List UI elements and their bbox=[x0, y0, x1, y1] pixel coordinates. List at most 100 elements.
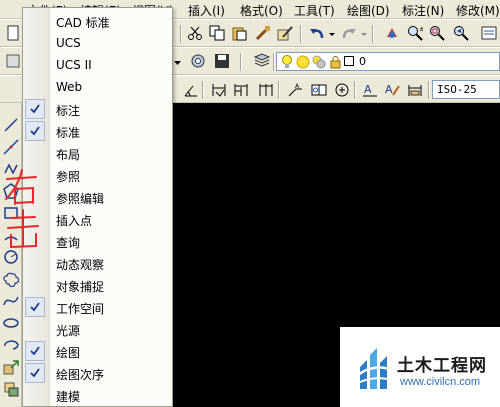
ellipse-icon[interactable] bbox=[3, 315, 19, 331]
menu-item-label: 光源 bbox=[56, 324, 81, 338]
viewport-freeze-icon bbox=[312, 55, 326, 72]
checkmark-icon bbox=[25, 99, 45, 119]
layer-manager-icon[interactable] bbox=[253, 52, 271, 70]
menu-item[interactable]: 参照 bbox=[23, 164, 173, 186]
menu-tools[interactable]: 工具(T) bbox=[294, 2, 335, 19]
dim-edit-icon[interactable]: A bbox=[361, 81, 379, 99]
svg-text:A: A bbox=[385, 83, 393, 96]
copy-icon[interactable] bbox=[208, 24, 226, 42]
zoom-window-icon[interactable] bbox=[428, 24, 446, 42]
menu-item[interactable]: 动态观察 bbox=[23, 252, 173, 274]
menu-item[interactable]: 标注 bbox=[23, 98, 173, 120]
menu-insert[interactable]: 插入(I) bbox=[188, 2, 225, 19]
menu-item[interactable]: 光源 bbox=[23, 318, 173, 340]
svg-text:±: ± bbox=[419, 25, 423, 33]
checkmark-icon bbox=[25, 341, 45, 361]
undo-icon[interactable] bbox=[308, 24, 326, 42]
menu-item-label: 标准 bbox=[56, 126, 81, 140]
sun-icon bbox=[296, 55, 310, 72]
dim-quick-icon[interactable] bbox=[210, 81, 228, 99]
menu-item[interactable]: 绘图 bbox=[23, 340, 173, 362]
menu-item-label: 工作空间 bbox=[56, 302, 105, 316]
zoom-previous-icon[interactable] bbox=[452, 24, 470, 42]
pan-icon[interactable] bbox=[383, 24, 401, 42]
checkmark-icon bbox=[25, 121, 45, 141]
match-properties-icon[interactable] bbox=[254, 24, 272, 42]
menu-item-label: 绘图次序 bbox=[56, 368, 105, 382]
construction-line-icon[interactable] bbox=[3, 139, 19, 155]
menu-dimension[interactable]: 标注(N) bbox=[402, 2, 444, 19]
workspace-dropdown-icon[interactable] bbox=[174, 53, 182, 71]
layer-color-swatch bbox=[344, 56, 354, 66]
menu-draw[interactable]: 绘图(D) bbox=[347, 2, 390, 19]
dimstyle-combo[interactable]: ISO-25 bbox=[432, 80, 500, 99]
menu-item[interactable]: 插入点 bbox=[23, 208, 173, 230]
menu-item[interactable]: 标准 bbox=[23, 120, 173, 142]
menu-format[interactable]: 格式(O) bbox=[240, 2, 283, 19]
block-editor-icon[interactable] bbox=[276, 24, 294, 42]
dim-baseline-icon[interactable] bbox=[232, 81, 250, 99]
center-mark-icon[interactable] bbox=[333, 81, 351, 99]
logo-icon bbox=[356, 345, 396, 398]
menu-item-label: 动态观察 bbox=[56, 258, 105, 272]
menu-item[interactable]: 建模 bbox=[23, 384, 173, 406]
menu-item[interactable]: 对象捕捉 bbox=[23, 274, 173, 296]
menu-item[interactable]: CAD 标准 bbox=[23, 10, 173, 32]
dim-update-icon[interactable] bbox=[406, 81, 424, 99]
properties-icon[interactable] bbox=[480, 24, 498, 42]
menu-item[interactable]: 查询 bbox=[23, 230, 173, 252]
menu-item[interactable]: UCS II bbox=[23, 54, 173, 76]
menu-item-label: 绘图 bbox=[56, 346, 81, 360]
checkmark-icon bbox=[25, 363, 45, 383]
ellipse-arc-icon[interactable] bbox=[3, 337, 19, 353]
menu-item[interactable]: UCS bbox=[23, 32, 173, 54]
svg-text:A: A bbox=[364, 83, 372, 96]
toolbar-context-menu: CAD 标准 UCS UCS II Web 标注标准布局参照参照编辑插入点查询动态观察对… bbox=[22, 7, 173, 407]
site-watermark: 土木工程网 www.civilcn.com bbox=[340, 327, 500, 407]
menu-item-label: 建模 bbox=[56, 390, 81, 404]
menu-item[interactable]: 工作空间 bbox=[23, 296, 173, 318]
menu-item-label: 参照 bbox=[56, 170, 81, 184]
menu-item-label: 布局 bbox=[56, 148, 81, 162]
menu-item[interactable]: 绘图次序 bbox=[23, 362, 173, 384]
redo-icon[interactable] bbox=[340, 24, 358, 42]
dim-angular-icon[interactable] bbox=[182, 81, 200, 99]
dimstyle-value: ISO-25 bbox=[437, 83, 477, 96]
dim-continue-icon[interactable] bbox=[257, 81, 275, 99]
menu-item-label: 参照编辑 bbox=[56, 192, 105, 206]
insert-block-icon[interactable] bbox=[3, 359, 19, 375]
new-file-icon[interactable] bbox=[4, 24, 22, 42]
undo-dropdown-icon[interactable] bbox=[328, 25, 336, 43]
revision-cloud-icon[interactable] bbox=[3, 271, 19, 287]
menu-item-label: UCS bbox=[56, 36, 81, 50]
line-icon[interactable] bbox=[3, 117, 19, 133]
menu-item-label: 对象捕捉 bbox=[56, 280, 105, 294]
tolerance-icon[interactable] bbox=[310, 81, 328, 99]
paste-icon[interactable] bbox=[230, 24, 248, 42]
menu-item[interactable]: 布局 bbox=[23, 142, 173, 164]
layer-name: 0 bbox=[359, 55, 366, 68]
menu-item-label: Web bbox=[56, 80, 83, 94]
lock-icon bbox=[328, 55, 342, 72]
lightbulb-icon bbox=[280, 54, 294, 73]
leader-icon[interactable]: A bbox=[286, 81, 304, 99]
menu-modify[interactable]: 修改(M) bbox=[456, 2, 500, 19]
menu-item[interactable]: Web bbox=[23, 76, 173, 98]
redo-dropdown-icon[interactable] bbox=[360, 25, 368, 43]
workspace-settings-icon[interactable] bbox=[189, 52, 207, 70]
workspace-icon[interactable] bbox=[4, 52, 22, 70]
draw-toolbar bbox=[0, 103, 22, 407]
watermark-title: 土木工程网 bbox=[397, 356, 487, 376]
checkmark-icon bbox=[25, 297, 45, 317]
cut-icon[interactable] bbox=[186, 24, 204, 42]
save-workspace-icon[interactable] bbox=[213, 52, 231, 70]
menu-item[interactable]: 参照编辑 bbox=[23, 186, 173, 208]
handwritten-annotation bbox=[3, 168, 43, 253]
layer-combo[interactable]: 0 bbox=[276, 52, 500, 71]
menu-item-label: UCS II bbox=[56, 58, 92, 72]
menu-item-label: 插入点 bbox=[56, 214, 93, 228]
zoom-realtime-icon[interactable]: ± bbox=[406, 24, 424, 42]
make-block-icon[interactable] bbox=[3, 381, 19, 397]
dim-text-edit-icon[interactable]: A bbox=[383, 81, 401, 99]
spline-icon[interactable] bbox=[3, 293, 19, 309]
